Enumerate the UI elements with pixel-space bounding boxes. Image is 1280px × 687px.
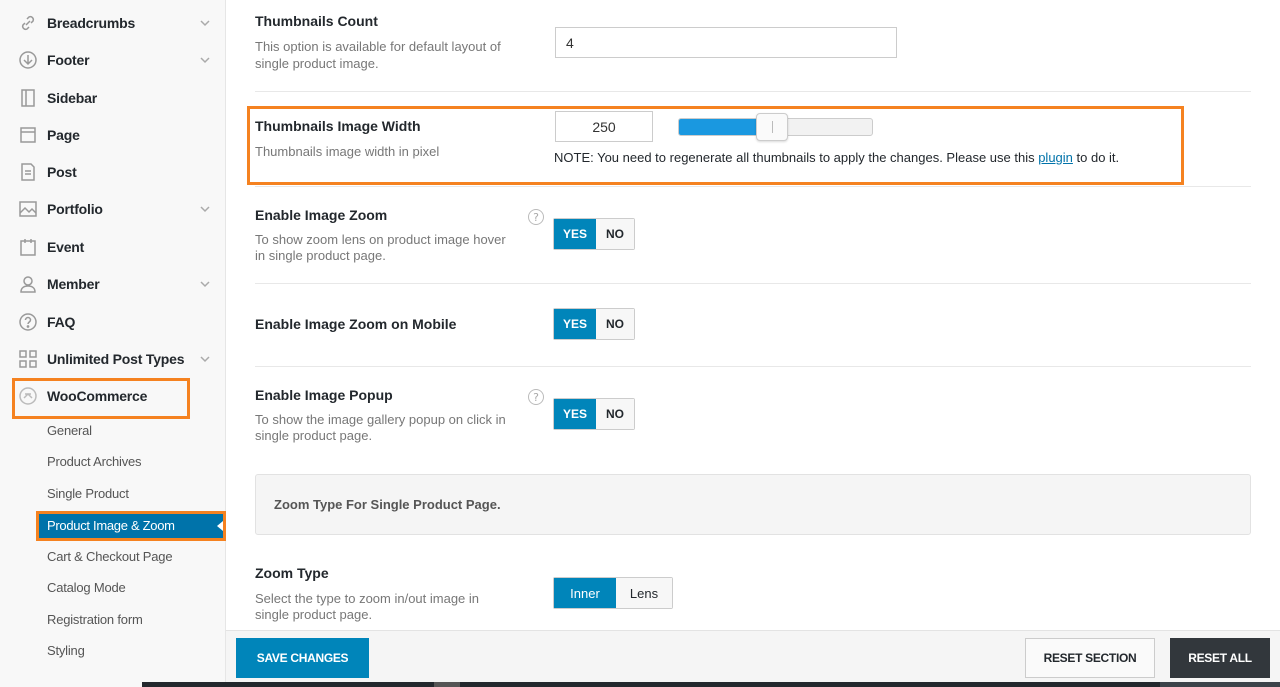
thumbnails-count-input[interactable]: 4 [555,27,897,58]
chevron-down-icon [199,202,213,216]
arrow-down-circle-icon [17,49,39,71]
zoom-type-section: Zoom Type For Single Product Page. [255,474,1251,535]
sidebar-item-label: FAQ [47,314,76,330]
sidebar-icon [17,87,39,109]
sidebar-item-label: Portfolio [47,201,103,217]
chevron-down-icon [199,277,213,291]
sidebar-item-label: Page [47,127,80,143]
image-popup-desc-1: To show the image gallery popup on click… [255,412,506,427]
yes-option[interactable]: YES [554,399,596,429]
taskbar-segment [1160,682,1280,687]
subitem-catalog-mode[interactable]: Catalog Mode [47,580,126,595]
separator [255,186,1251,187]
options-sidebar: Breadcrumbs Footer Sidebar Page Post Por… [0,0,226,687]
sidebar-item-sidebar[interactable]: Sidebar [0,83,226,113]
help-icon[interactable]: ? [528,389,544,405]
sidebar-item-member[interactable]: Member [0,269,226,299]
image-popup-toggle[interactable]: YES NO [553,398,635,430]
image-icon [17,198,39,220]
sidebar-item-label: Breadcrumbs [47,15,136,31]
thumbnails-count-desc-2: single product image. [255,56,379,71]
subitem-product-archives[interactable]: Product Archives [47,454,142,469]
no-option[interactable]: NO [596,399,634,429]
sidebar-item-label: Sidebar [47,90,97,106]
options-main [226,0,1280,630]
reset-all-button[interactable]: RESET ALL [1170,638,1270,678]
post-icon [17,161,39,183]
subitem-single-product[interactable]: Single Product [47,486,129,501]
thumbnails-count-desc-1: This option is available for default lay… [255,39,501,54]
sidebar-item-label: Post [47,164,77,180]
sidebar-item-label: Event [47,239,85,255]
sidebar-item-label: Footer [47,52,90,68]
chevron-down-icon [199,53,213,67]
question-circle-icon [17,311,39,333]
theme-options-page: Breadcrumbs Footer Sidebar Page Post Por… [0,0,1280,687]
grid-icon [17,348,39,370]
save-changes-button[interactable]: SAVE CHANGES [236,638,369,678]
active-subitem-highlight [36,511,226,541]
image-popup-desc-2: single product page. [255,428,373,443]
subitem-cart-checkout[interactable]: Cart & Checkout Page [47,549,173,564]
inner-option[interactable]: Inner [554,578,616,608]
separator [255,283,1251,284]
sidebar-item-event[interactable]: Event [0,232,226,262]
taskbar-strip [142,682,1280,687]
sidebar-item-page[interactable]: Page [0,120,226,150]
help-icon[interactable]: ? [528,209,544,225]
no-option[interactable]: NO [596,219,634,249]
sidebar-item-unlimited-post-types[interactable]: Unlimited Post Types [0,344,226,374]
image-zoom-title: Enable Image Zoom [255,207,388,223]
yes-option[interactable]: YES [554,219,596,249]
image-zoom-mobile-toggle[interactable]: YES NO [553,308,635,340]
image-zoom-mobile-title: Enable Image Zoom on Mobile [255,316,457,332]
chevron-down-icon [199,16,213,30]
reset-section-button[interactable]: RESET SECTION [1025,638,1155,678]
yes-option[interactable]: YES [554,309,596,339]
lens-option[interactable]: Lens [616,578,672,608]
section-heading: Zoom Type For Single Product Page. [274,497,501,512]
subitem-registration-form[interactable]: Registration form [47,612,143,627]
sidebar-item-faq[interactable]: FAQ [0,307,226,337]
image-zoom-desc-1: To show zoom lens on product image hover [255,232,506,247]
link-icon [17,12,39,34]
no-option[interactable]: NO [596,309,634,339]
sidebar-item-label: Member [47,276,100,292]
zoom-type-title: Zoom Type [255,565,329,581]
zoom-type-desc-2: single product page. [255,607,373,622]
separator [255,91,1251,92]
sidebar-item-footer[interactable]: Footer [0,45,226,75]
sidebar-item-breadcrumbs[interactable]: Breadcrumbs [0,8,226,38]
image-popup-title: Enable Image Popup [255,387,393,403]
image-zoom-desc-2: in single product page. [255,248,386,263]
image-zoom-toggle[interactable]: YES NO [553,218,635,250]
woocommerce-highlight [12,378,190,419]
calendar-icon [17,236,39,258]
taskbar-segment [434,682,460,687]
chevron-down-icon [199,352,213,366]
thumbnails-count-title: Thumbnails Count [255,13,378,29]
zoom-type-desc-1: Select the type to zoom in/out image in [255,591,480,606]
subitem-general[interactable]: General [47,423,92,438]
user-icon [17,273,39,295]
zoom-type-toggle[interactable]: Inner Lens [553,577,673,609]
sidebar-item-label: Unlimited Post Types [47,351,185,367]
separator [255,366,1251,367]
sidebar-item-post[interactable]: Post [0,157,226,187]
page-icon [17,124,39,146]
thumbnails-width-highlight [247,106,1184,185]
subitem-styling[interactable]: Styling [47,643,85,658]
sidebar-item-portfolio[interactable]: Portfolio [0,194,226,224]
